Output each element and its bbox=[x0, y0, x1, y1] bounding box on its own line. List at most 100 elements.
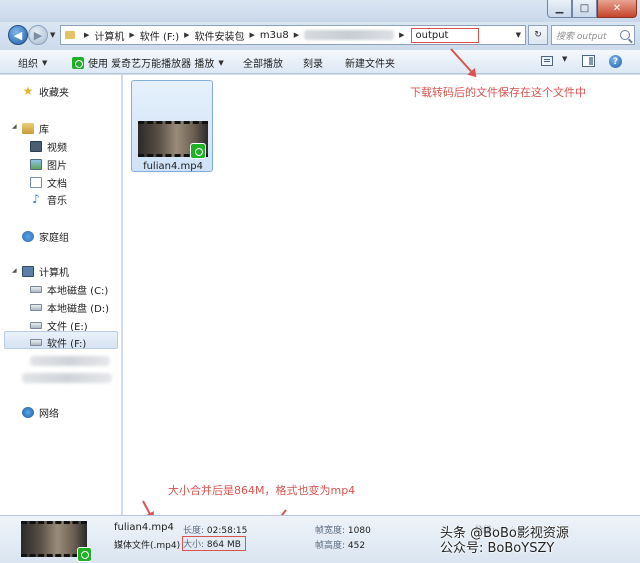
sidebar-item-label: 软件 (F:) bbox=[47, 339, 87, 350]
sidebar-item-label: 图片 bbox=[47, 161, 67, 172]
navigation-pane: ★ 收藏夹 ◢ 库 视频 图片 文档 ♪ 音乐 家庭组 ◢ 计算机 本地磁盘 (… bbox=[0, 75, 122, 515]
view-dropdown[interactable]: ▼ bbox=[558, 55, 567, 63]
chevron-down-icon: ▼ bbox=[42, 58, 48, 67]
folder-icon bbox=[65, 31, 75, 39]
address-row: ◀ ▶ ▼ ▶ 计算机 ▶ 软件 (F:) ▶ 软件安装包 ▶ m3u8 ▶ ▶… bbox=[0, 22, 640, 48]
burn-button[interactable]: 刻录 bbox=[303, 55, 323, 70]
detail-file-type: 媒体文件(.mp4) bbox=[114, 541, 181, 551]
preview-pane-icon[interactable] bbox=[582, 55, 595, 67]
length-value: 02:58:15 bbox=[206, 526, 248, 536]
breadcrumb-m3u8[interactable]: m3u8 bbox=[260, 30, 289, 41]
chevron-down-icon: ▼ bbox=[218, 58, 224, 67]
library-icon bbox=[22, 123, 34, 134]
sidebar-item-documents[interactable]: 文档 bbox=[30, 175, 67, 190]
annotation-bottom: 大小合并后是864M，格式也变为mp4 bbox=[168, 484, 356, 497]
size-label: 大小: bbox=[183, 540, 205, 550]
breadcrumb-drive-f[interactable]: 软件 (F:) bbox=[140, 28, 179, 43]
file-item[interactable]: fulian4.mp4 bbox=[131, 80, 213, 172]
sidebar-item-label: 家庭组 bbox=[39, 233, 69, 244]
organize-label: 组织 bbox=[18, 59, 38, 70]
play-all-label: 全部播放 bbox=[243, 59, 283, 70]
iqiyi-player-icon bbox=[77, 547, 92, 562]
hard-drive-icon bbox=[30, 322, 42, 329]
blurred-item bbox=[22, 373, 112, 383]
sidebar-item-label: 网络 bbox=[39, 409, 59, 420]
minimize-button[interactable]: ▁ bbox=[547, 0, 572, 18]
detail-size: 大小: 864 MB bbox=[182, 536, 246, 551]
forward-button[interactable]: ▶ bbox=[28, 25, 48, 45]
sidebar-item-pictures[interactable]: 图片 bbox=[30, 157, 67, 172]
annotation-top: 下载转码后的文件保存在这个文件中 bbox=[410, 86, 586, 99]
sidebar-item-music[interactable]: ♪ 音乐 bbox=[30, 192, 67, 207]
view-options-icon[interactable] bbox=[541, 56, 553, 66]
hard-drive-icon bbox=[30, 304, 42, 311]
star-icon: ★ bbox=[22, 84, 34, 98]
search-placeholder: 搜索 output bbox=[556, 31, 607, 42]
sidebar-item-label: 库 bbox=[39, 125, 49, 136]
maximize-button[interactable]: □ bbox=[572, 0, 597, 18]
detail-frame-width: 帧宽度: 1080 bbox=[315, 523, 371, 536]
chevron-right-icon[interactable]: ▶ bbox=[399, 31, 404, 39]
detail-file-name: fulian4.mp4 bbox=[114, 522, 174, 533]
breadcrumb-output[interactable]: output bbox=[411, 27, 480, 43]
size-value: 864 MB bbox=[206, 540, 241, 550]
music-note-icon: ♪ bbox=[32, 192, 40, 206]
sidebar-item-libraries[interactable]: 库 bbox=[22, 121, 49, 136]
back-button[interactable]: ◀ bbox=[8, 25, 28, 45]
new-folder-label: 新建文件夹 bbox=[345, 59, 395, 70]
chevron-right-icon[interactable]: ▶ bbox=[129, 31, 134, 39]
breadcrumb-installers[interactable]: 软件安装包 bbox=[195, 28, 245, 43]
sidebar-item-computer[interactable]: 计算机 bbox=[22, 264, 69, 279]
play-with-label: 使用 爱奇艺万能播放器 播放 bbox=[88, 59, 215, 70]
sidebar-item-label: 计算机 bbox=[39, 268, 69, 279]
sidebar-item-network[interactable]: 网络 bbox=[22, 405, 59, 420]
breadcrumb-computer[interactable]: 计算机 bbox=[94, 28, 124, 43]
expand-arrow-icon[interactable]: ◢ bbox=[12, 267, 17, 274]
command-bar: 组织 ▼ 使用 爱奇艺万能播放器 播放 ▼ 全部播放 刻录 新建文件夹 ▼ ? bbox=[0, 50, 640, 74]
detail-length: 长度: 02:58:15 bbox=[183, 523, 247, 536]
watermark-line: 公众号: BoBoYSZY bbox=[440, 541, 555, 556]
new-folder-button[interactable]: 新建文件夹 bbox=[345, 55, 395, 70]
help-icon[interactable]: ? bbox=[609, 55, 622, 68]
sidebar-item-homegroup[interactable]: 家庭组 bbox=[22, 229, 69, 244]
watermark-line: 头条 @BoBo影视资源 bbox=[440, 526, 569, 541]
system-drive-icon bbox=[30, 286, 42, 293]
burn-label: 刻录 bbox=[303, 59, 323, 70]
refresh-button[interactable]: ↻ bbox=[528, 25, 548, 45]
sidebar-item-drive-c[interactable]: 本地磁盘 (C:) bbox=[30, 282, 108, 297]
play-all-button[interactable]: 全部播放 bbox=[243, 55, 283, 70]
frame-width-value: 1080 bbox=[347, 526, 371, 536]
expand-arrow-icon[interactable]: ◢ bbox=[12, 123, 17, 130]
chevron-down-icon: ▼ bbox=[562, 55, 568, 63]
sidebar-item-label: 本地磁盘 (D:) bbox=[47, 304, 110, 315]
organize-button[interactable]: 组织 ▼ bbox=[18, 55, 48, 71]
file-name: fulian4.mp4 bbox=[143, 161, 203, 172]
sidebar-item-label: 本地磁盘 (C:) bbox=[47, 286, 109, 297]
close-button[interactable]: ✕ bbox=[597, 0, 637, 18]
chevron-right-icon[interactable]: ▶ bbox=[184, 31, 189, 39]
document-library-icon bbox=[30, 177, 42, 188]
sidebar-item-label: 收藏夹 bbox=[39, 88, 69, 99]
play-with-button[interactable]: 使用 爱奇艺万能播放器 播放 ▼ bbox=[72, 55, 224, 70]
length-label: 长度: bbox=[183, 526, 205, 536]
iqiyi-player-icon bbox=[190, 143, 206, 159]
search-icon[interactable] bbox=[620, 30, 630, 40]
frame-height-value: 452 bbox=[347, 541, 366, 551]
sidebar-item-videos[interactable]: 视频 bbox=[30, 139, 67, 154]
sidebar-item-drive-d[interactable]: 本地磁盘 (D:) bbox=[30, 300, 109, 315]
iqiyi-player-icon bbox=[72, 56, 84, 69]
hard-drive-icon bbox=[30, 339, 42, 346]
address-dropdown-icon[interactable]: ▼ bbox=[516, 31, 521, 39]
chevron-right-icon[interactable]: ▶ bbox=[294, 31, 299, 39]
homegroup-icon bbox=[22, 231, 34, 242]
file-list-area[interactable]: fulian4.mp4 下载转码后的文件保存在这个文件中 大小合并后是864M，… bbox=[123, 48, 640, 515]
search-input[interactable]: 搜索 output bbox=[551, 25, 635, 45]
blurred-item bbox=[30, 356, 110, 366]
chevron-right-icon[interactable]: ▶ bbox=[84, 31, 89, 39]
sidebar-item-favorites[interactable]: ★ 收藏夹 bbox=[22, 84, 69, 99]
chevron-right-icon[interactable]: ▶ bbox=[250, 31, 255, 39]
picture-library-icon bbox=[30, 159, 42, 170]
sidebar-item-drive-f[interactable]: 软件 (F:) bbox=[30, 335, 86, 350]
address-bar[interactable]: ▶ 计算机 ▶ 软件 (F:) ▶ 软件安装包 ▶ m3u8 ▶ ▶ outpu… bbox=[60, 25, 526, 45]
recent-pages-chevron-icon[interactable]: ▼ bbox=[50, 31, 55, 39]
